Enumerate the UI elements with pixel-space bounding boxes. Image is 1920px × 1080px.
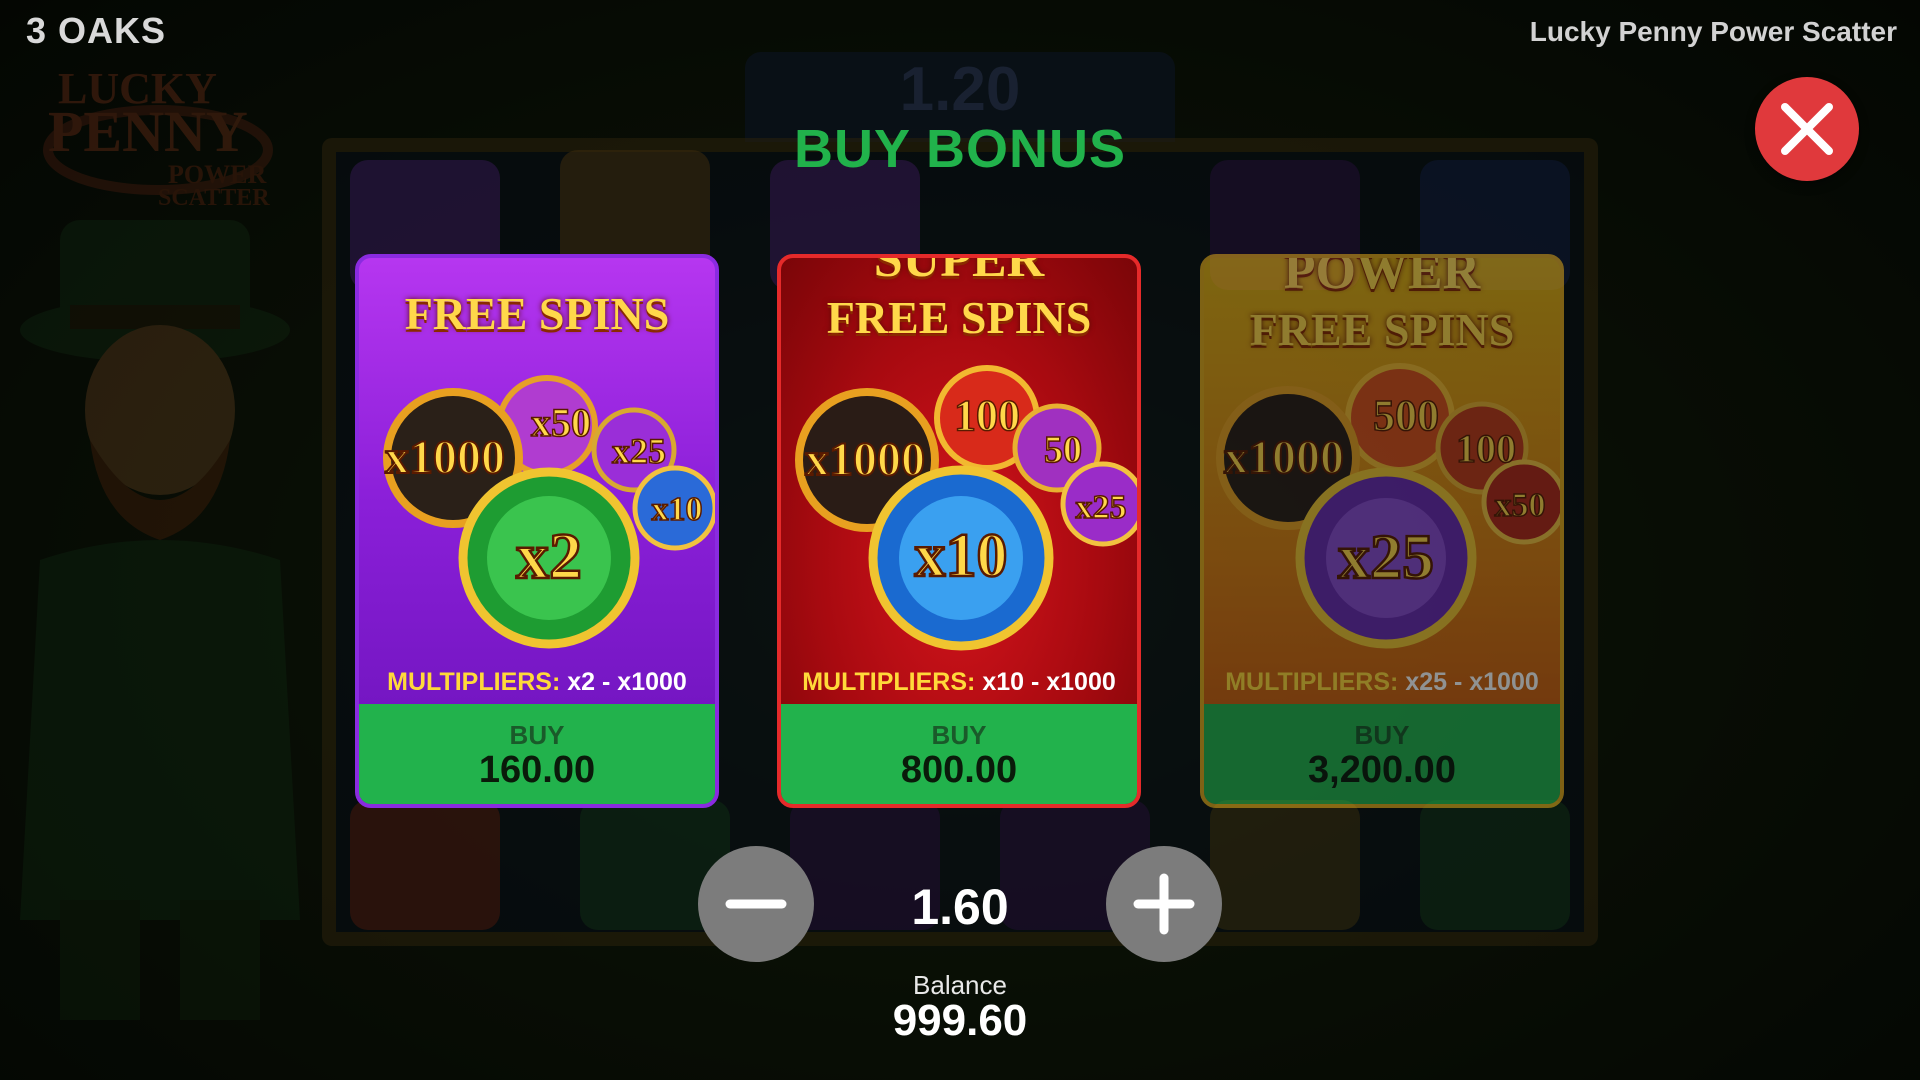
bet-amount: 1.60 — [911, 879, 1009, 935]
buy-label: BUY — [509, 720, 565, 750]
coin-label: x10 — [652, 491, 703, 528]
balance-value: 999.60 — [892, 996, 1028, 1045]
coin-label: x10 — [915, 522, 1008, 590]
increase-bet-button[interactable] — [1106, 846, 1222, 962]
coin-label: x25 — [1338, 521, 1434, 592]
card-title: POWER FREE SPINS — [1249, 254, 1515, 355]
card-multipliers: MULTIPLIERS: x10 - x1000 — [802, 668, 1116, 696]
bonus-card-free-spins[interactable]: x50 x25 x10 x1000 x2 FREE SPINS MULTIPLI… — [355, 254, 719, 808]
bonus-card-power-free-spins: 500 100 x50 x1000 x25 POWER FREE SPINS M… — [1200, 254, 1564, 808]
coin-label: x50 — [1495, 487, 1546, 524]
coin-label: x1000 — [805, 433, 925, 486]
coin-label: x1000 — [385, 431, 505, 484]
coin-label: x25 — [1076, 489, 1127, 526]
coin-label: x50 — [531, 400, 591, 445]
card-title: FREE SPINS — [404, 288, 670, 339]
bonus-card-super-free-spins[interactable]: 100 50 x25 x1000 x10 SUPER FREE SPINS MU… — [777, 254, 1141, 808]
game-title: Lucky Penny Power Scatter — [1529, 16, 1897, 47]
buy-free-spins-button[interactable]: BUY 160.00 — [359, 704, 715, 804]
coin-label: 50 — [1044, 429, 1082, 471]
card-title: SUPER FREE SPINS — [826, 254, 1092, 343]
buy-label: BUY — [1354, 720, 1410, 750]
buy-label: BUY — [931, 720, 987, 750]
provider-brand: 3 OAKS — [26, 10, 167, 51]
modal-title: BUY BONUS — [793, 119, 1127, 179]
buy-super-free-spins-button[interactable]: BUY 800.00 — [781, 704, 1137, 804]
buy-power-free-spins-button: BUY 3,200.00 — [1204, 704, 1560, 804]
minus-icon — [725, 899, 787, 909]
buy-price: 160.00 — [478, 749, 596, 791]
coin-label: 100 — [1456, 426, 1516, 471]
coin-label: 500 — [1373, 391, 1439, 440]
plus-icon — [1133, 873, 1195, 935]
coin-label: x1000 — [1224, 431, 1344, 484]
buy-price: 3,200.00 — [1308, 749, 1456, 791]
card-multipliers: MULTIPLIERS: x2 - x1000 — [387, 668, 687, 696]
decrease-bet-button[interactable] — [698, 846, 814, 962]
card-multipliers: MULTIPLIERS: x25 - x1000 — [1225, 668, 1539, 696]
coin-label: 100 — [954, 391, 1020, 440]
coin-label: x2 — [516, 520, 582, 593]
buy-price: 800.00 — [900, 749, 1018, 791]
coin-label: x25 — [612, 431, 666, 471]
